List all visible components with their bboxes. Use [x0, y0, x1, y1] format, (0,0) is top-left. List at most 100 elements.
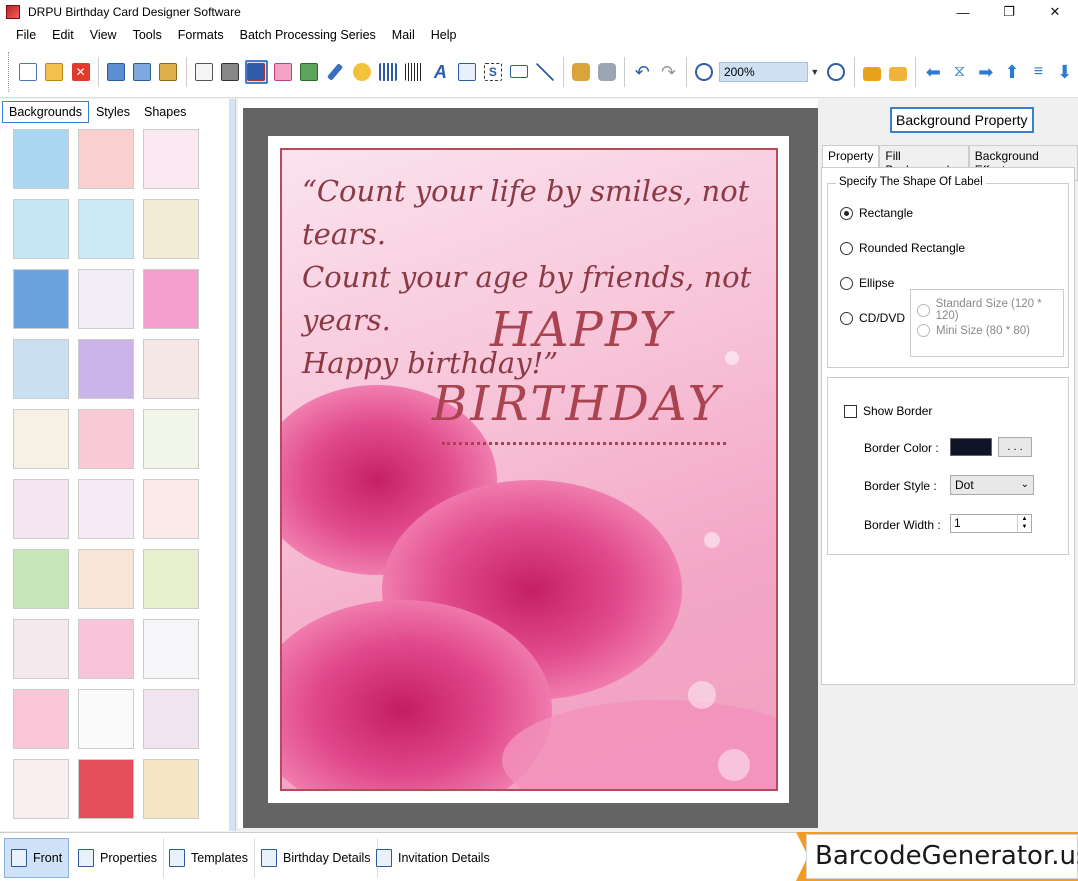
move-down-button[interactable]: ⬇ [1053, 60, 1076, 84]
unlock-button[interactable] [886, 60, 909, 84]
lock-button[interactable] [860, 60, 883, 84]
radio-ellipse-circle[interactable] [840, 276, 853, 290]
open-button[interactable] [43, 60, 66, 84]
background-thumbnail-cake-pattern[interactable] [13, 759, 69, 819]
background-thumbnail-green-stripes[interactable] [13, 549, 69, 609]
mail-button[interactable] [508, 60, 531, 84]
menu-help[interactable]: Help [423, 28, 465, 42]
background-thumbnail-confetti[interactable] [78, 689, 134, 749]
show-border-checkbox[interactable]: Show Border [844, 404, 932, 418]
align-button[interactable]: ≡ [1027, 60, 1050, 84]
radio-rectangle[interactable]: Rectangle [840, 206, 913, 220]
background-thumbnail-clouds[interactable] [13, 129, 69, 189]
background-thumbnail-hearts[interactable] [13, 479, 69, 539]
image-button[interactable] [297, 60, 320, 84]
background-thumbnail-faded-flowers[interactable] [143, 339, 199, 399]
tab-front[interactable]: Front [4, 838, 70, 878]
minimize-button[interactable]: — [940, 0, 986, 24]
zoom-level-input[interactable]: 200% [718, 61, 809, 82]
spinner-arrows-icon[interactable]: ▲ ▼ [1017, 515, 1031, 532]
design-canvas[interactable]: “Count your life by smiles, not tears. C… [243, 108, 818, 828]
border-color-button[interactable]: . . . [998, 437, 1032, 457]
send-back-button[interactable]: ⬅ [922, 60, 945, 84]
db-button[interactable] [569, 60, 592, 84]
background-thumbnail-stars[interactable] [13, 269, 69, 329]
card-happy-text[interactable]: HAPPY [490, 302, 673, 358]
background-thumbnail-balloons-bird[interactable] [143, 199, 199, 259]
menu-tools[interactable]: Tools [125, 28, 170, 42]
flip-button[interactable]: ⧖ [948, 60, 971, 84]
menu-mail[interactable]: Mail [384, 28, 423, 42]
border-color-swatch[interactable] [950, 438, 992, 456]
menu-formats[interactable]: Formats [170, 28, 232, 42]
background-thumbnail-pink-diamonds[interactable] [13, 689, 69, 749]
background-thumbnail-gifts[interactable] [143, 269, 199, 329]
menu-file[interactable]: File [8, 28, 44, 42]
export-button[interactable] [157, 60, 180, 84]
text-button[interactable]: A [429, 60, 452, 84]
tab-birthday-details[interactable]: Birthday Details [255, 838, 378, 878]
close-file-button[interactable]: ✕ [69, 60, 92, 84]
barcode2-button[interactable] [402, 60, 425, 84]
radio-cd-dvd[interactable]: CD/DVD [840, 311, 905, 325]
background-thumbnail-birthday-balloons[interactable] [143, 759, 199, 819]
border-width-stepper[interactable]: 1 ▲ ▼ [950, 514, 1032, 533]
zoom-out-button[interactable] [825, 60, 848, 84]
background-thumbnail-heart-pile[interactable] [78, 759, 134, 819]
zoom-in-button[interactable] [692, 60, 715, 84]
background-thumbnail-pink-curtain[interactable] [78, 409, 134, 469]
redo-button[interactable]: ↷ [657, 60, 680, 84]
shape-button[interactable] [350, 60, 373, 84]
save-as-button[interactable] [131, 60, 154, 84]
radio-cd-dvd-circle[interactable] [840, 311, 853, 325]
border-style-select[interactable]: Dot ⌄ [950, 475, 1034, 495]
menu-edit[interactable]: Edit [44, 28, 82, 42]
tab-shapes[interactable]: Shapes [137, 101, 193, 123]
new-button[interactable] [16, 60, 39, 84]
move-up-button[interactable]: ⬆ [1000, 60, 1023, 84]
background-thumbnail-party-hats[interactable] [143, 619, 199, 679]
background-thumbnail-red-hearts[interactable] [143, 479, 199, 539]
birthday-card[interactable]: “Count your life by smiles, not tears. C… [280, 148, 778, 791]
background-thumbnail-happy-birthday[interactable] [13, 409, 69, 469]
tab-styles[interactable]: Styles [89, 101, 137, 123]
background-thumbnail-pink-hearts[interactable] [78, 619, 134, 679]
pen-button[interactable] [324, 60, 347, 84]
background-thumbnail-balloons[interactable] [78, 269, 134, 329]
radio-rectangle-circle[interactable] [840, 206, 853, 220]
radio-rounded-rectangle-circle[interactable] [840, 241, 853, 255]
background-thumbnail-purple-flowers[interactable] [143, 689, 199, 749]
background-thumbnail-bears[interactable] [78, 199, 134, 259]
undo-button[interactable]: ↶ [631, 60, 654, 84]
background-thumbnail-balloon-bunches[interactable] [78, 479, 134, 539]
barcode-button[interactable] [376, 60, 399, 84]
print-button[interactable] [218, 60, 241, 84]
background-thumbnail-bubbles[interactable] [13, 339, 69, 399]
background-thumbnail-butterflies[interactable] [143, 129, 199, 189]
background-thumbnail-roses[interactable] [13, 619, 69, 679]
close-button[interactable]: ✕ [1032, 0, 1078, 24]
radio-rounded-rectangle[interactable]: Rounded Rectangle [840, 241, 965, 255]
save-button[interactable] [104, 60, 127, 84]
background-thumbnail-cakes[interactable] [78, 549, 134, 609]
background-thumbnail-rainbow[interactable] [78, 339, 134, 399]
gift-button[interactable] [271, 60, 294, 84]
menu-view[interactable]: View [82, 28, 125, 42]
background-thumbnail-party[interactable] [143, 549, 199, 609]
card-birthday-text[interactable]: BIRTHDAY [432, 376, 722, 432]
signature-button[interactable]: S [481, 60, 504, 84]
view-card-button[interactable] [244, 59, 269, 84]
background-thumbnail-balloon-pattern[interactable] [143, 409, 199, 469]
tab-invitation-details[interactable]: Invitation Details [370, 838, 496, 878]
db2-button[interactable] [595, 60, 618, 84]
maximize-button[interactable]: ❐ [986, 0, 1032, 24]
tab-backgrounds[interactable]: Backgrounds [2, 101, 89, 123]
tab-templates[interactable]: Templates [163, 838, 255, 878]
radio-ellipse[interactable]: Ellipse [840, 276, 894, 290]
tab-properties[interactable]: Properties [72, 838, 164, 878]
background-thumbnail-flowers[interactable] [13, 199, 69, 259]
wordart-button[interactable] [455, 60, 478, 84]
background-thumbnail-pink-texture[interactable] [78, 129, 134, 189]
print-preview-button[interactable] [192, 60, 215, 84]
bring-forward-button[interactable]: ➡ [974, 60, 997, 84]
